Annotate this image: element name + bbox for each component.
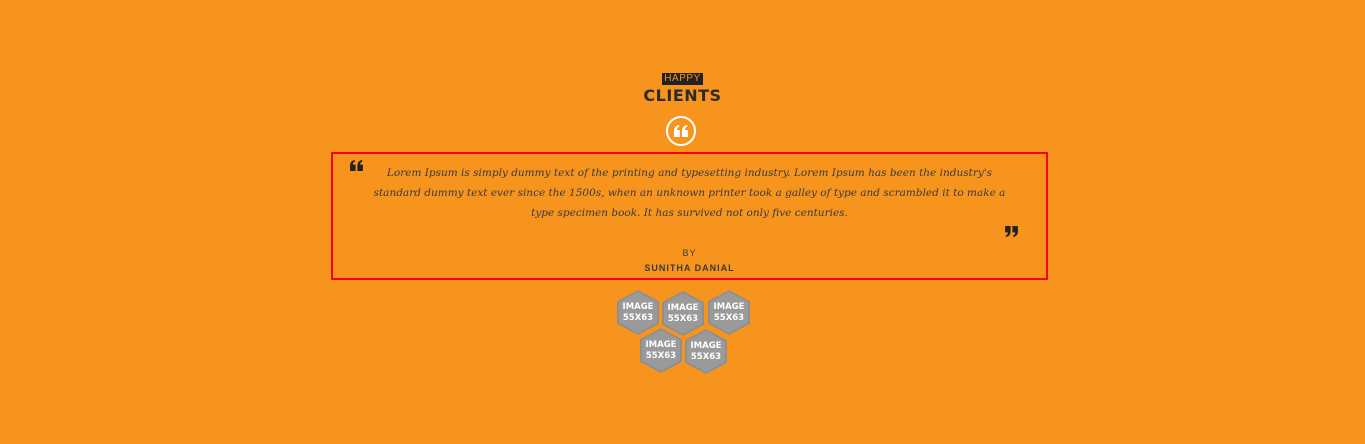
client-thumbnail-label: IMAGE 55X63 [667, 302, 699, 324]
client-thumbnail-label: IMAGE 55X63 [622, 301, 654, 323]
by-label: BY [682, 248, 697, 258]
author-name: SUNITHA DANIAL [644, 263, 735, 273]
client-thumbnail-inner: IMAGE 55X63 [710, 292, 748, 333]
testimonials-section: HAPPY CLIENTS Lorem Ipsum is simply dumm… [0, 0, 1365, 444]
client-thumbnail-label: IMAGE 55X63 [690, 340, 722, 362]
client-thumbnail-inner: IMAGE 55X63 [664, 293, 702, 334]
client-thumbnail-label: IMAGE 55X63 [645, 339, 677, 361]
quote-close-icon [1005, 224, 1018, 242]
client-thumbnail[interactable]: IMAGE 55X63 [708, 290, 750, 335]
testimonial-card: Lorem Ipsum is simply dummy text of the … [331, 152, 1048, 280]
client-thumbnail[interactable]: IMAGE 55X63 [662, 291, 704, 336]
client-thumbnail[interactable]: IMAGE 55X63 [640, 328, 682, 373]
eyebrow-label: HAPPY [662, 73, 703, 85]
section-eyebrow: HAPPY [0, 71, 1365, 85]
testimonial-text: Lorem Ipsum is simply dummy text of the … [373, 167, 1006, 219]
client-thumbnail-label: IMAGE 55X63 [713, 301, 745, 323]
client-thumbnail-inner: IMAGE 55X63 [642, 330, 680, 371]
section-title: CLIENTS [643, 86, 722, 105]
client-thumbnail[interactable]: IMAGE 55X63 [617, 290, 659, 335]
quote-icon [666, 116, 696, 146]
quote-open-icon [350, 158, 363, 176]
client-thumbnail-inner: IMAGE 55X63 [619, 292, 657, 333]
client-thumbnail[interactable]: IMAGE 55X63 [685, 329, 727, 374]
client-thumbnail-inner: IMAGE 55X63 [687, 331, 725, 372]
